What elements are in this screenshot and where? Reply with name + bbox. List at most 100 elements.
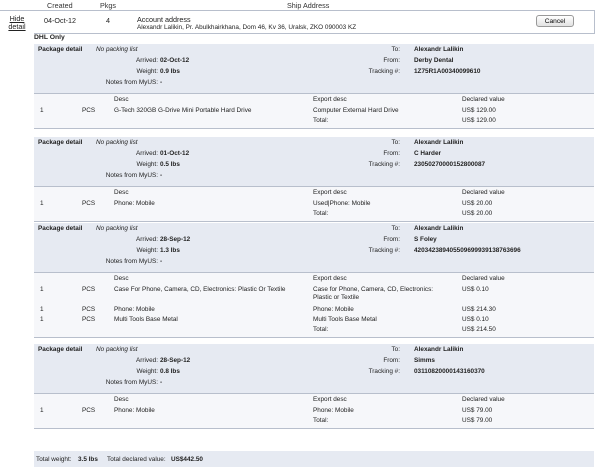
total-value: US$ 214.50: [462, 326, 496, 333]
export-desc-header: Export desc: [313, 396, 347, 403]
cancel-button[interactable]: Cancel: [536, 15, 574, 27]
items-table: Desc Export desc Declared value 1 PCS Phone: …: [34, 394, 594, 428]
arrived-label: Arrived:: [135, 57, 158, 64]
item-desc: G-Tech 320GB G-Drive Mini Portable Hard …: [114, 107, 252, 114]
notes-label: Notes from MyUS:: [105, 258, 158, 265]
package-info: Package detail No packing list Arrived: 28-…: [34, 223, 594, 272]
item-declared-value: US$ 79.00: [462, 407, 493, 414]
to-value: Alexandr Lalikin: [414, 46, 464, 53]
package-detail-label: Package detail: [38, 139, 83, 146]
total-value: US$ 20.00: [462, 210, 493, 217]
total-value-label: Total declared value:: [107, 456, 166, 463]
arrived-label: Arrived:: [135, 357, 158, 364]
export-desc-header: Export desc: [313, 96, 347, 103]
export-desc-header: Export desc: [313, 275, 347, 282]
to-label: To:: [391, 346, 400, 353]
desc-header: Desc: [114, 189, 129, 196]
from-value: Derby Dental: [414, 57, 454, 64]
weight-value: 0.8 lbs: [160, 368, 180, 375]
weight-value: 0.5 lbs: [160, 161, 180, 168]
package-info: Package detail No packing list Arrived: 28-…: [34, 344, 594, 393]
total-label: Total:: [313, 417, 329, 424]
address-title: Account address: [137, 15, 191, 24]
arrived-value: 28-Sep-12: [160, 357, 191, 364]
package-count: 4: [106, 16, 110, 25]
notes-label: Notes from MyUS:: [105, 79, 158, 86]
weight-value: 1.3 lbs: [160, 247, 180, 254]
package-info: Package detail No packing list Arrived: 01-…: [34, 137, 594, 186]
total-value: US$ 79.00: [462, 417, 493, 424]
items-table: Desc Export desc Declared value 1 PCS Case Fo…: [34, 273, 594, 337]
item-desc: Phone: Mobile: [114, 306, 155, 313]
items-table: Desc Export desc Declared value 1 PCS Phone: …: [34, 187, 594, 221]
tracking-value: 1Z75R1A00340099610: [414, 68, 481, 75]
left-gutter: [0, 32, 34, 468]
to-value: Alexandr Lalikin: [414, 139, 464, 146]
tracking-value: 03110820000143160370: [414, 368, 485, 375]
item-desc: Phone: Mobile: [114, 200, 155, 207]
item-desc: Phone: Mobile: [114, 407, 155, 414]
package-detail-label: Package detail: [38, 46, 83, 53]
weight-label: Weight:: [136, 68, 158, 75]
desc-header: Desc: [114, 396, 129, 403]
item-declared-value: US$ 214.30: [462, 306, 496, 313]
weight-label: Weight:: [136, 247, 158, 254]
from-label: From:: [383, 150, 400, 157]
item-export-desc: Used|Phone: Mobile: [313, 200, 371, 207]
item-qty: 1: [40, 286, 44, 293]
tracking-label: Tracking #:: [368, 368, 400, 375]
shipment-row: Hide detail 04-Oct-12 4 Account address …: [0, 10, 595, 34]
notes-label: Notes from MyUS:: [105, 172, 158, 179]
item-desc: Multi Tools Base Metal: [114, 316, 178, 323]
desc-header: Desc: [114, 96, 129, 103]
item-desc: Case For Phone, Camera, CD, Electronics:…: [114, 286, 286, 293]
table-row: 1 PCS Case For Phone, Camera, CD, Electron…: [34, 285, 594, 305]
from-label: From:: [383, 357, 400, 364]
divider: [34, 221, 594, 222]
total-label: Total:: [313, 210, 329, 217]
declared-value-header: Declared value: [462, 96, 505, 103]
item-qty: 1: [40, 316, 44, 323]
item-export-desc: Computer External Hard Drive: [313, 107, 399, 114]
table-row: 1 PCS Phone: Mobile Used|Phone: Mobile US$ 2…: [34, 199, 594, 209]
tracking-value: 23050270000152800087: [414, 161, 486, 168]
declared-value-header: Declared value: [462, 396, 505, 403]
from-value: S Foley: [414, 236, 437, 243]
total-label: Total:: [313, 117, 329, 124]
notes-value: -: [160, 79, 163, 86]
header-created: Created: [47, 1, 73, 10]
carrier-label: DHL Only: [34, 34, 65, 41]
declared-value-header: Declared value: [462, 275, 505, 282]
column-header-row: Created Pkgs Ship Address: [0, 0, 600, 10]
tracking-label: Tracking #:: [368, 247, 400, 254]
total-weight-label: Total weight:: [36, 456, 72, 463]
table-row: 1 PCS G-Tech 320GB G-Drive Mini Portable H…: [34, 106, 594, 116]
total-label: Total:: [313, 326, 329, 333]
item-export-desc: Phone: Mobile: [313, 306, 354, 313]
table-row: 1 PCS Phone: Mobile Phone: Mobile US$ 214.30: [34, 305, 594, 315]
export-desc-header: Export desc: [313, 189, 347, 196]
arrived-value: 02-Oct-12: [160, 57, 190, 64]
from-value: Simms: [414, 357, 435, 364]
hide-detail-link[interactable]: Hide detail: [6, 15, 28, 31]
no-packing-list: No packing list: [96, 46, 138, 53]
weight-label: Weight:: [136, 368, 158, 375]
header-ship-address: Ship Address: [287, 1, 330, 10]
divider: [34, 337, 594, 338]
item-unit: PCS: [82, 306, 96, 313]
address-line: Alexandr Lalikin, Pr. Abulkhairkhana, Do…: [137, 24, 357, 31]
from-label: From:: [383, 236, 400, 243]
created-date: 04-Oct-12: [44, 16, 76, 25]
weight-value: 0.9 lbs: [160, 68, 180, 75]
arrived-value: 28-Sep-12: [160, 236, 191, 243]
item-qty: 1: [40, 200, 44, 207]
table-row: 1 PCS Phone: Mobile Phone: Mobile US$ 79.00: [34, 406, 594, 416]
weight-label: Weight:: [136, 161, 158, 168]
arrived-label: Arrived:: [135, 150, 158, 157]
item-export-desc: Phone: Mobile: [313, 407, 354, 414]
total-value: US$ 129.00: [462, 117, 496, 124]
tracking-value: 420342389405509699939138763696: [414, 247, 521, 254]
to-label: To:: [391, 46, 400, 53]
no-packing-list: No packing list: [96, 139, 138, 146]
notes-value: -: [160, 258, 163, 265]
